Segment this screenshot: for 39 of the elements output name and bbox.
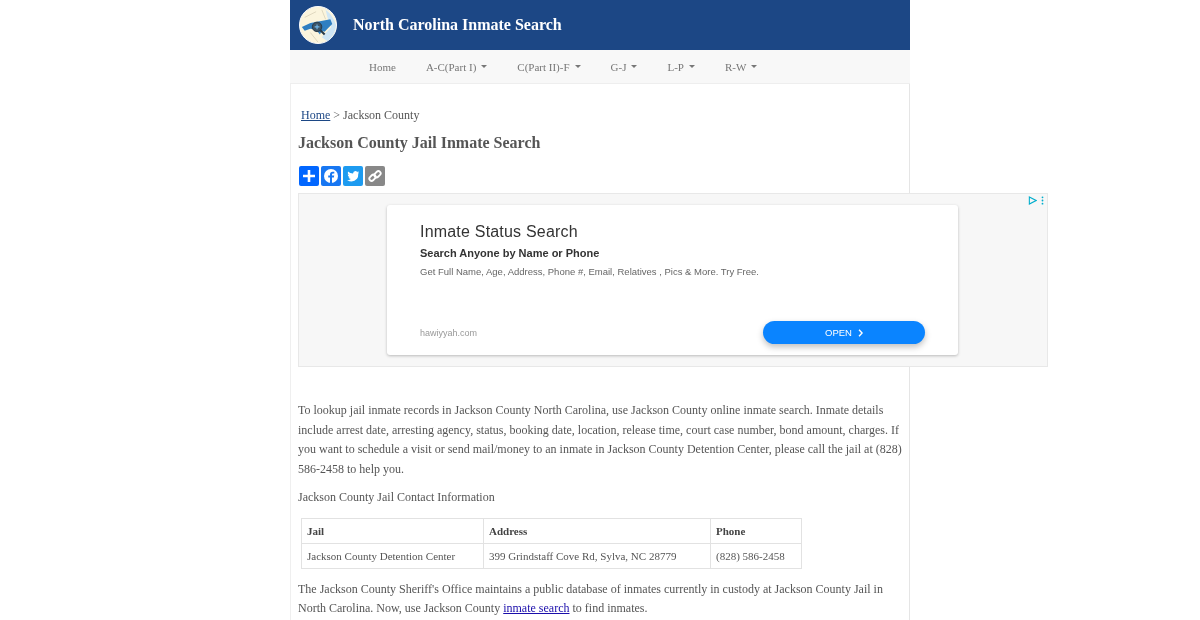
nav-link[interactable]: R-W bbox=[709, 56, 773, 77]
caret-icon bbox=[751, 65, 758, 68]
table-cell: (828) 586-2458 bbox=[710, 543, 802, 568]
open-button[interactable]: OPEN bbox=[763, 321, 925, 344]
bird-icon[interactable] bbox=[343, 166, 363, 186]
nav-link[interactable]: Home bbox=[354, 56, 411, 77]
ad-subtitle: Search Anyone by Name or Phone bbox=[420, 246, 601, 261]
nav-link[interactable]: A-C(Part I) bbox=[410, 56, 503, 77]
facebook-icon[interactable] bbox=[321, 166, 341, 186]
contact-heading: Jackson County Jail Contact Information bbox=[298, 489, 496, 506]
closing-paragraph: The Jackson County Sheriff's Office maintains a public database of inmates currently in custody at Jackson County Jail in North Carolina. Now, use Jackson County inmate search to find inmates. bbox=[298, 580, 884, 617]
site-title: North Carolina Inmate Search bbox=[353, 16, 562, 34]
plus-share-icon[interactable] bbox=[299, 166, 319, 186]
ad-domain: hawiyyah.com bbox=[420, 327, 478, 338]
intro-paragraph: To lookup jail inmate records in Jackson County North Carolina, use Jackson County online inmate search. Inmate details include arrest date, arresting agency, status, booking date, location, release time, court case number, bond amount, charges. If you want to schedule a visit or send mail/money to an inmate in Jackson County Detention Center, please call the jail at (828) 586-2458 to help you. bbox=[298, 402, 902, 478]
ad-title: Inmate Status Search bbox=[420, 222, 579, 242]
map-logo-icon bbox=[299, 6, 337, 44]
vertical-dots-icon[interactable] bbox=[1041, 196, 1044, 205]
table-cell: Jackson County Detention Center bbox=[301, 543, 484, 568]
nav-link[interactable]: G-J bbox=[595, 56, 653, 77]
ad-description: Get Full Name, Age, Address, Phone #, Email, Relatives , Pics & More. Try Free. bbox=[420, 265, 760, 279]
breadcrumb-link[interactable]: Home bbox=[301, 105, 331, 125]
breadcrumb-current: Jackson County bbox=[343, 107, 420, 124]
nav-link[interactable]: L-P bbox=[652, 56, 710, 77]
chain-link-icon[interactable] bbox=[365, 166, 385, 186]
page-heading: Jackson County Jail Inmate Search bbox=[298, 133, 542, 153]
column-header: Jail bbox=[301, 518, 484, 543]
column-header: Address bbox=[483, 518, 711, 543]
chevron-icon bbox=[857, 328, 863, 337]
breadcrumb-separator: > bbox=[333, 107, 341, 124]
inmate-search-link[interactable]: inmate search bbox=[503, 601, 570, 615]
caret-icon bbox=[481, 65, 488, 68]
caret-icon bbox=[688, 65, 695, 68]
table-cell: 399 Grindstaff Cove Rd, Sylva, NC 28779 bbox=[483, 543, 711, 568]
play-triangle-icon[interactable] bbox=[1028, 196, 1037, 205]
column-header: Phone bbox=[710, 518, 802, 543]
caret-icon bbox=[574, 65, 581, 68]
caret-icon bbox=[631, 65, 638, 68]
nav-link[interactable]: C(Part II)-F bbox=[502, 56, 596, 77]
